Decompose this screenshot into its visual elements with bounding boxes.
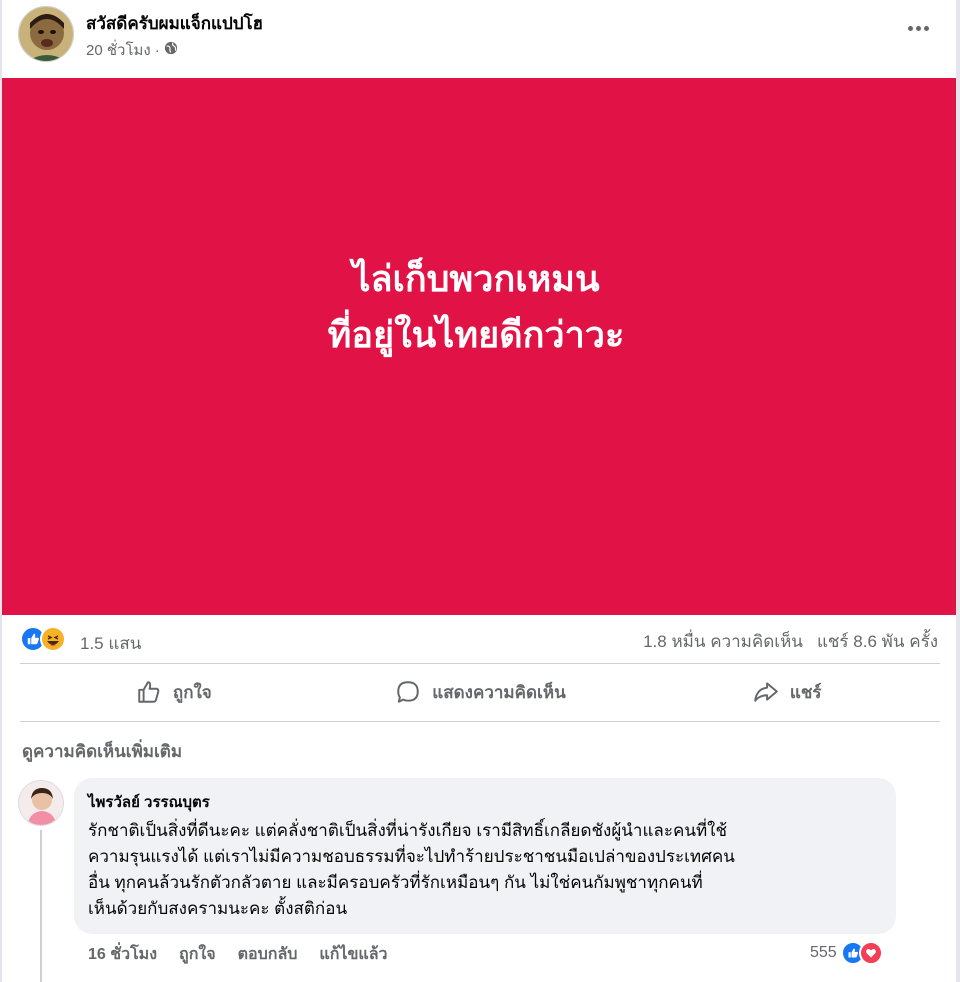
like-button[interactable]: ถูกใจ — [20, 664, 327, 720]
haha-icon — [40, 626, 66, 652]
post-author[interactable]: สวัสดีครับผมแจ็กแปปโฮ — [86, 10, 263, 37]
banner-line-2: ที่อยู่ในไทยดีกว่าวะ — [327, 313, 625, 355]
comment-count[interactable]: 1.8 หมื่น ความคิดเห็น — [643, 628, 803, 655]
reaction-count[interactable]: 1.5 แสน — [80, 630, 141, 657]
love-icon — [858, 941, 883, 965]
post-text-banner[interactable]: ไล่เก็บพวกเหมน ที่อยู่ในไทยดีกว่าวะ — [2, 78, 956, 615]
share-count[interactable]: แชร์ 8.6 พัน ครั้ง — [817, 628, 938, 655]
comment-like-button[interactable]: ถูกใจ — [179, 942, 216, 967]
comment-line: รักชาติเป็นสิ่งที่ดีนะคะ แต่คลั่งชาติเป็… — [88, 821, 728, 840]
meta-separator: · — [154, 41, 160, 59]
like-label: ถูกใจ — [172, 682, 212, 702]
page-border-right — [956, 0, 960, 982]
comment-reactions[interactable]: 555 — [810, 941, 883, 965]
globe-icon — [164, 41, 178, 59]
post-meta: 20 ชั่วโมง · — [86, 38, 178, 62]
banner-line-1: ไล่เก็บพวกเหมน — [352, 257, 600, 299]
action-bar: ถูกใจ แสดงความคิดเห็น แชร์ — [20, 664, 940, 720]
divider — [20, 721, 940, 722]
share-label: แชร์ — [789, 682, 822, 702]
post-timestamp[interactable]: 20 ชั่วโมง — [86, 38, 151, 62]
comment-line: อื่น ทุกคนล้วนรักตัวกลัวตาย และมีครอบครั… — [88, 873, 703, 892]
comment-label: แสดงความคิดเห็น — [432, 682, 566, 702]
comment-line: ความรุนแรงได้ แต่เราไม่มีความชอบธรรมที่จ… — [88, 847, 735, 866]
comment-bubble[interactable]: ไพรวัลย์ วรรณบุตร รักชาติเป็นสิ่งที่ดีนะ… — [74, 778, 896, 934]
comment-reaction-count: 555 — [810, 944, 837, 961]
comment-footer: 16 ชั่วโมง ถูกใจ ตอบกลับ แก้ไขแล้ว — [88, 942, 388, 967]
more-horizontal-icon — [907, 25, 913, 31]
comment-reply-button[interactable]: ตอบกลับ — [238, 942, 298, 967]
comment-author[interactable]: ไพรวัลย์ วรรณบุตร — [88, 790, 882, 814]
more-options-button[interactable] — [902, 18, 934, 38]
commenter-avatar[interactable] — [18, 780, 64, 826]
post-header: สวัสดีครับผมแจ็กแปปโฮ 20 ชั่วโมง · — [18, 6, 938, 66]
post-stats: 1.5 แสน 1.8 หมื่น ความคิดเห็น แชร์ 8.6 พ… — [20, 624, 940, 658]
comment-icon — [394, 678, 422, 706]
comment-button[interactable]: แสดงความคิดเห็น — [327, 664, 634, 720]
reaction-icons[interactable] — [20, 626, 66, 652]
comment-text: รักชาติเป็นสิ่งที่ดีนะคะ แต่คลั่งชาติเป็… — [88, 818, 882, 922]
share-icon — [752, 678, 780, 706]
comment-time[interactable]: 16 ชั่วโมง — [88, 942, 157, 967]
comment-edited-label[interactable]: แก้ไขแล้ว — [319, 942, 387, 967]
thumbs-up-icon — [135, 678, 163, 706]
banner-text: ไล่เก็บพวกเหมน ที่อยู่ในไทยดีกว่าวะ — [328, 251, 625, 363]
reply-thread-line — [40, 830, 42, 982]
stats-right: 1.8 หมื่น ความคิดเห็น แชร์ 8.6 พัน ครั้ง — [643, 628, 938, 655]
author-avatar[interactable] — [18, 6, 74, 62]
share-button[interactable]: แชร์ — [633, 664, 940, 720]
view-more-comments-link[interactable]: ดูความคิดเห็นเพิ่มเติม — [22, 738, 182, 765]
comment-line: เห็นด้วยกับสงครามนะคะ ตั้งสติก่อน — [88, 899, 348, 918]
